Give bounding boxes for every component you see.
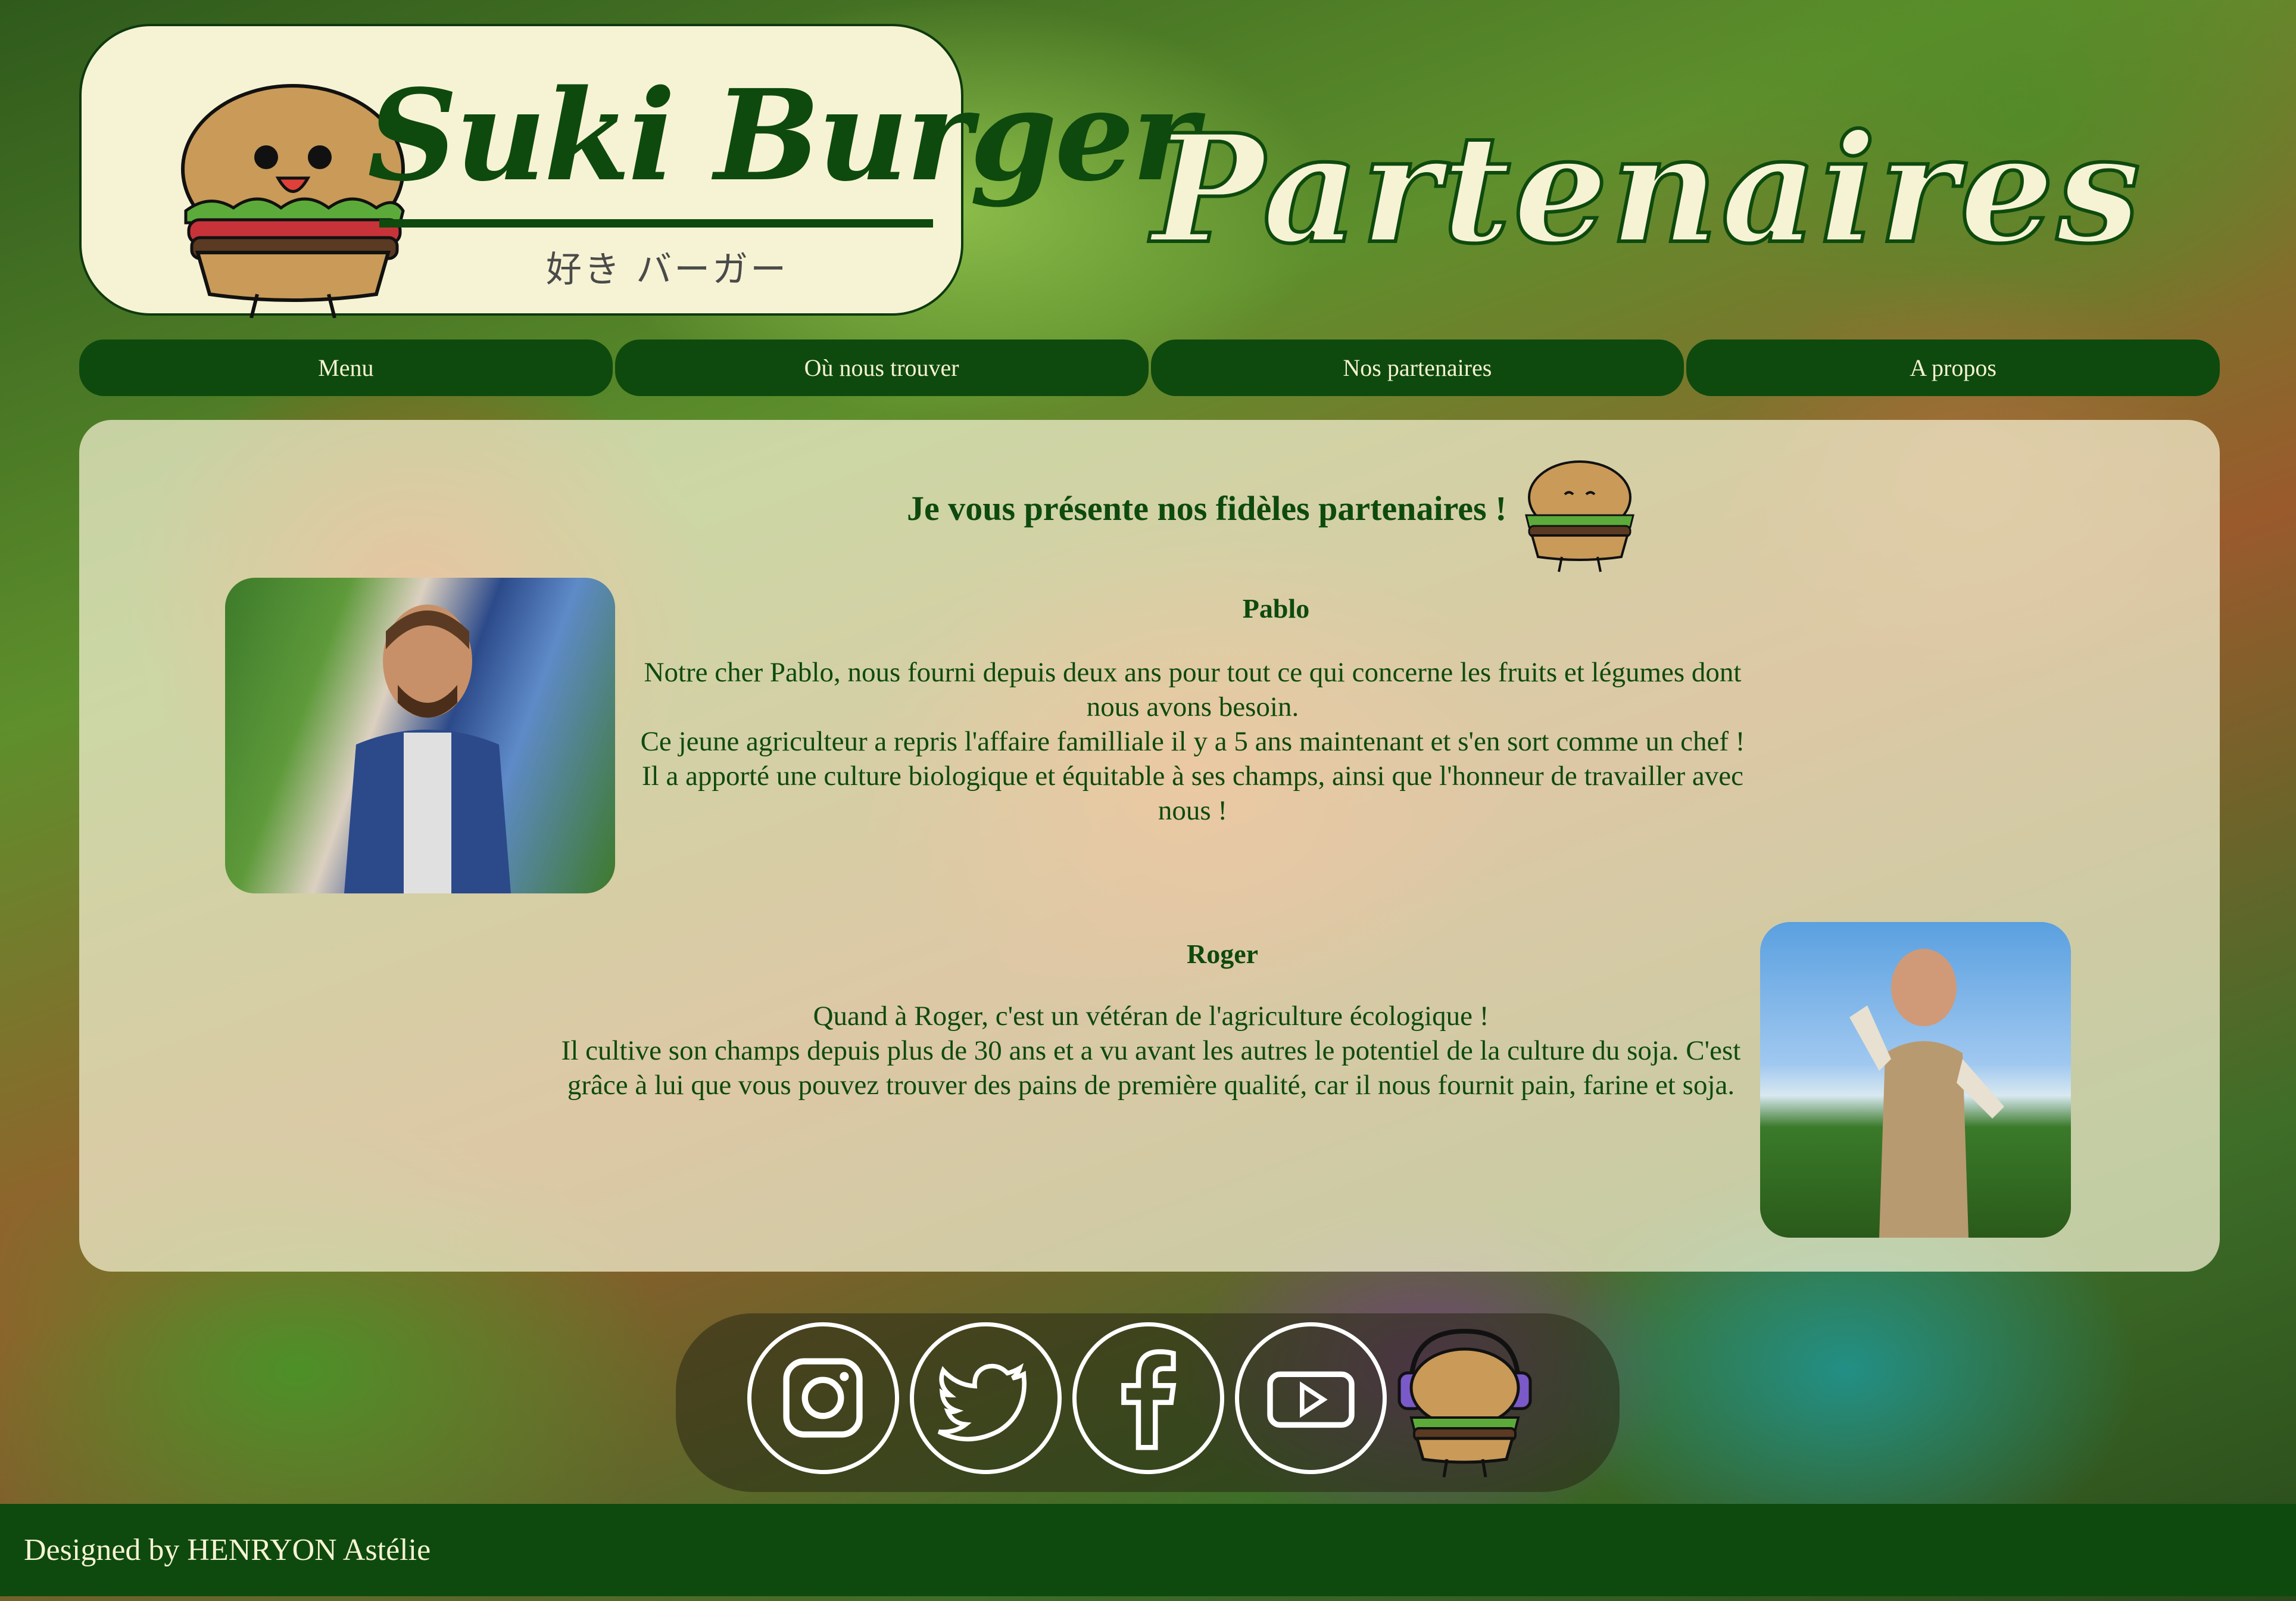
partner-name-pablo: Pablo [1242, 593, 1310, 624]
main-nav: Menu Où nous trouver Nos partenaires A p… [79, 339, 2220, 396]
brand-name: Suki Burger [367, 62, 1198, 209]
burger-mascot-small [1525, 460, 1634, 572]
nav-item-menu[interactable]: Menu [79, 339, 613, 396]
partners-panel: Je vous présente nos fidèles partenaires… [79, 420, 2220, 1272]
logo-card[interactable]: Suki Burger 好き バーガー [79, 24, 1198, 318]
partner-description-roger: Quand à Roger, c'est un vétéran de l'agr… [556, 999, 1746, 1102]
partner-photo-roger [1760, 922, 2071, 1238]
partner-photo-pablo [225, 578, 615, 893]
partners-heading: Je vous présente nos fidèles partenaires… [907, 489, 1507, 528]
twitter-icon [937, 1363, 1027, 1441]
pablo-text: Notre cher Pablo, nous fourni depuis deu… [640, 657, 1745, 826]
footer: Designed by HENRYON Astélie [0, 1504, 2296, 1596]
brand-underline [379, 219, 933, 228]
facebook-link[interactable] [1072, 1322, 1224, 1474]
footer-credit: Designed by HENRYON Astélie [24, 1533, 431, 1567]
youtube-link[interactable] [1235, 1322, 1387, 1474]
nav-item-about[interactable]: A propos [1686, 339, 2220, 396]
nav-item-location[interactable]: Où nous trouver [614, 339, 1149, 396]
partner-name-roger: Roger [1186, 939, 1259, 969]
social-bar [676, 1313, 1620, 1492]
instagram-link[interactable] [747, 1322, 899, 1474]
brand-subtitle: 好き バーガー [546, 249, 789, 291]
facebook-icon [1121, 1349, 1177, 1450]
instagram-icon [783, 1358, 863, 1438]
youtube-icon [1267, 1371, 1355, 1428]
music-burger-mascot [1397, 1328, 1532, 1478]
page-title: Partenaires [1150, 99, 2143, 278]
nav-item-partners[interactable]: Nos partenaires [1150, 339, 1684, 396]
partner-description-pablo: Notre cher Pablo, nous fourni depuis deu… [627, 655, 1758, 828]
twitter-link[interactable] [910, 1322, 1062, 1474]
roger-text: Quand à Roger, c'est un vétéran de l'agr… [561, 1001, 1741, 1101]
